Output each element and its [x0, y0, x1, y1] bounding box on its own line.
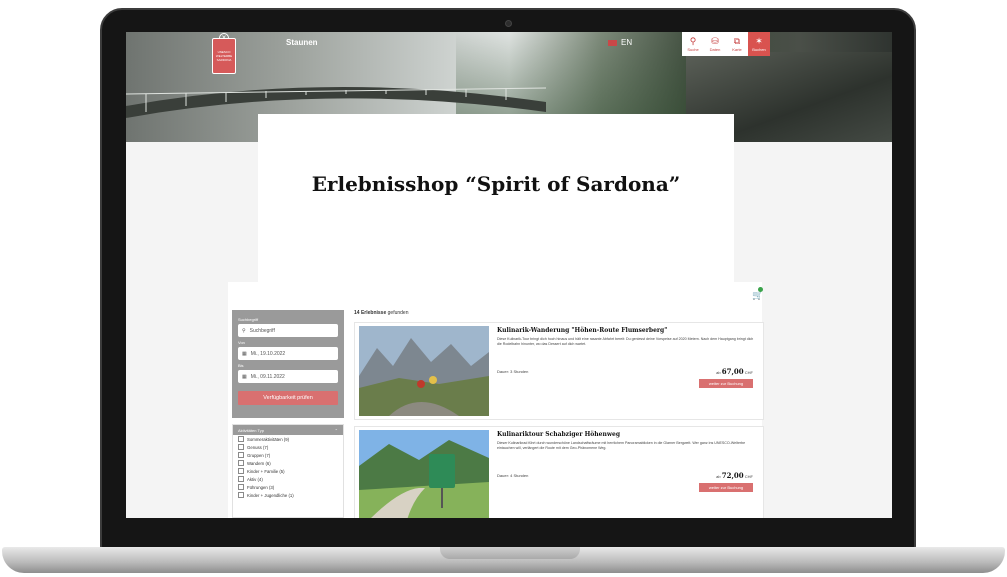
search-input-icon: ⚲	[242, 327, 246, 334]
browser-screen: × UNESCO WELTERBE SARDONA Staunen EN ⚲ S…	[126, 32, 892, 518]
results-count-suffix: gefunden	[387, 310, 409, 316]
experience-description: Dieser Kulinarikrad führt durch wundersc…	[497, 441, 746, 450]
filter-option-label: Sommeraktivitäten (9)	[247, 436, 290, 442]
experience-duration: Dauer: 3 Stunden	[497, 369, 529, 374]
language-label: EN	[621, 38, 633, 47]
filter-option[interactable]: Aktiv (4)	[233, 475, 343, 483]
cart-badge	[758, 287, 763, 292]
checkbox[interactable]	[238, 484, 244, 490]
filter-option-label: Kinder + Familie (5)	[247, 468, 285, 474]
experience-card[interactable]: Kulinariktour Schabziger Höhenweg Dieser…	[354, 426, 764, 518]
experience-price: ab 72,00 CHF	[716, 471, 753, 480]
filter-option[interactable]: Gruppen (7)	[233, 451, 343, 459]
checkbox[interactable]	[238, 436, 244, 442]
book-button[interactable]: ✶ Buchen	[748, 32, 770, 56]
filter-option[interactable]: Kinder + Jugendliche (1)	[233, 491, 343, 499]
filter-option[interactable]: Wandern (6)	[233, 459, 343, 467]
page-title: Erlebnisshop “Spirit of Sardona”	[311, 172, 681, 196]
experience-card[interactable]: Kulinarik-Wanderung "Höhen-Route Flumser…	[354, 322, 764, 420]
experience-image	[359, 430, 489, 518]
from-label: Von	[238, 340, 245, 345]
calendar-icon: ▦	[242, 350, 247, 357]
price-value: 72,00	[721, 471, 744, 480]
to-label: Bis	[238, 363, 244, 368]
search-label: Suche	[687, 47, 699, 52]
flag-icon	[608, 39, 617, 46]
price-prefix: ab	[716, 370, 721, 375]
checkbox[interactable]	[238, 468, 244, 474]
experience-title[interactable]: Kulinariktour Schabziger Höhenweg	[497, 431, 757, 438]
title-card: Erlebnisshop “Spirit of Sardona”	[258, 114, 734, 294]
filter-option-label: Führungen (3)	[247, 484, 275, 490]
booking-button[interactable]: weiter zur Buchung	[699, 483, 753, 492]
data-label: Daten	[709, 47, 721, 52]
map-label: Karte	[732, 47, 742, 52]
filter-option-label: Aktiv (4)	[247, 476, 263, 482]
cart-icon[interactable]: 🛒	[752, 287, 763, 301]
filter-option[interactable]: Kinder + Familie (5)	[233, 467, 343, 475]
search-placeholder: Suchbegriff	[249, 327, 275, 334]
filter-option-label: Kinder + Jugendliche (1)	[247, 492, 294, 498]
filter-option[interactable]: Sommeraktivitäten (9)	[233, 435, 343, 443]
results-count: 14 Erlebnisse gefunden	[354, 310, 409, 316]
laptop-mockup: × UNESCO WELTERBE SARDONA Staunen EN ⚲ S…	[0, 0, 1007, 577]
top-toolbar: ⚲ Suche ⛁ Daten ⧉ Karte ✶ Buchen	[682, 32, 770, 56]
activity-type-filter: Aktivitäten Typ ⌃ Sommeraktivitäten (9) …	[232, 424, 344, 518]
price-currency: CHF	[744, 370, 753, 375]
price-prefix: ab	[716, 474, 721, 479]
map-icon: ⧉	[733, 36, 741, 46]
from-date-input[interactable]: ▦ Mi., 19.10.2022	[238, 347, 338, 360]
search-field-label: Suchbegriff	[238, 317, 259, 322]
logo-line-3: SARDONA	[216, 58, 232, 62]
search-input[interactable]: ⚲ Suchbegriff	[238, 324, 338, 337]
data-button[interactable]: ⛁ Daten	[704, 32, 726, 56]
check-availability-button[interactable]: Verfügbarkeit prüfen	[238, 391, 338, 405]
book-icon: ✶	[755, 36, 763, 46]
language-switch[interactable]: EN	[608, 38, 632, 47]
search-button[interactable]: ⚲ Suche	[682, 32, 704, 56]
experience-title[interactable]: Kulinarik-Wanderung "Höhen-Route Flumser…	[497, 327, 757, 334]
nav-title[interactable]: Staunen	[286, 38, 318, 47]
camera-icon	[505, 20, 512, 27]
experience-image	[359, 326, 489, 416]
checkbox[interactable]	[238, 444, 244, 450]
search-icon: ⚲	[689, 36, 697, 46]
to-date-input[interactable]: ▦ Mi., 09.11.2022	[238, 370, 338, 383]
calendar-icon: ▦	[242, 373, 247, 380]
book-label: Buchen	[752, 47, 766, 52]
checkbox[interactable]	[238, 476, 244, 482]
filter-option-label: Wandern (6)	[247, 460, 271, 466]
to-date-value: Mi., 09.11.2022	[250, 373, 285, 380]
experience-price: ab 67,00 CHF	[716, 367, 753, 376]
from-date-value: Mi., 19.10.2022	[250, 350, 286, 357]
database-icon: ⛁	[711, 36, 719, 46]
map-button[interactable]: ⧉ Karte	[726, 32, 748, 56]
filter-option[interactable]: Führungen (3)	[233, 483, 343, 491]
filter-option[interactable]: Genuss (7)	[233, 443, 343, 451]
experience-duration: Dauer: 4 Stunden	[497, 473, 529, 478]
results-count-number: 14 Erlebnisse	[354, 310, 387, 316]
checkbox[interactable]	[238, 460, 244, 466]
laptop-notch	[440, 547, 580, 559]
unesco-sardona-logo[interactable]: UNESCO WELTERBE SARDONA	[212, 38, 236, 74]
checkbox[interactable]	[238, 452, 244, 458]
price-value: 67,00	[721, 367, 744, 376]
shop-panel: 🛒 Suchbegriff ⚲ Suchbegriff Von ▦ Mi., 1…	[228, 282, 764, 518]
filter-option-label: Gruppen (7)	[247, 452, 271, 458]
price-currency: CHF	[744, 474, 753, 479]
chevron-up-icon: ⌃	[334, 427, 338, 433]
activity-type-title: Aktivitäten Typ	[238, 427, 264, 433]
filter-panel: Suchbegriff ⚲ Suchbegriff Von ▦ Mi., 19.…	[232, 310, 344, 418]
filter-option-label: Genuss (7)	[247, 444, 269, 450]
experience-description: Diese Kulinarik-Tour bringt dich hoch hi…	[497, 337, 754, 346]
checkbox[interactable]	[238, 492, 244, 498]
booking-button[interactable]: weiter zur Buchung	[699, 379, 753, 388]
activity-type-header[interactable]: Aktivitäten Typ ⌃	[233, 425, 343, 435]
